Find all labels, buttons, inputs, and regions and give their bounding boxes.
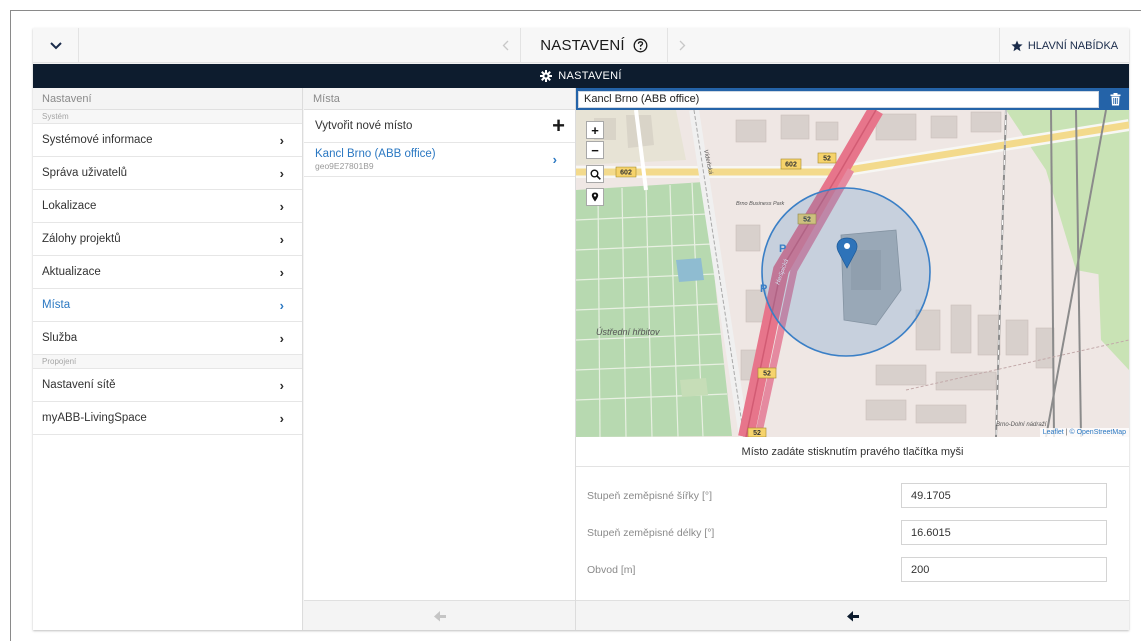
menu-item-localization[interactable]: Lokalizace › [33, 190, 302, 223]
map-label-cemetery: Ústřední hřbitov [596, 327, 660, 337]
back-arrow-icon[interactable] [846, 610, 860, 622]
zoom-out-button[interactable]: − [586, 141, 604, 159]
map-tiles: 52 52 52 52 602 602 Ústřední hřbitov Brn… [576, 110, 1129, 437]
road-shield-label: 52 [753, 430, 761, 437]
page-title: NASTAVENÍ [540, 37, 625, 54]
detail-footer [576, 600, 1129, 630]
settings-menu-panel: Nastavení Systém Systémové informace › Sp… [33, 88, 303, 630]
menu-item-label: myABB-LivingSpace [42, 412, 147, 424]
place-name: Kancl Brno (ABB office) [315, 148, 436, 160]
place-detail-panel: 52 52 52 52 602 602 Ústřední hřbitov Brn… [576, 88, 1129, 630]
star-icon [1011, 40, 1023, 51]
chevron-right-icon [679, 40, 686, 51]
road-shield-label: 52 [763, 371, 771, 378]
locate-button[interactable] [586, 188, 604, 206]
menu-item-updates[interactable]: Aktualizace › [33, 256, 302, 289]
top-bar: NASTAVENÍ HLAVNÍ NABÍDKA [33, 28, 1129, 63]
menu-item-label: Místa [42, 299, 71, 311]
osm-link[interactable]: © OpenStreetMap [1069, 429, 1126, 436]
main-menu-label: HLAVNÍ NABÍDKA [1027, 39, 1119, 52]
menu-item-system-info[interactable]: Systémové informace › [33, 124, 302, 157]
chevron-right-icon: › [279, 165, 284, 181]
map-label-business-park: Brno Business Park [736, 201, 785, 207]
search-icon [590, 169, 601, 180]
map-hint-text: Místo zadáte stisknutím pravého tlačítka… [576, 437, 1129, 467]
menu-toggle-button[interactable] [33, 28, 79, 63]
place-name-input[interactable] [578, 90, 1099, 108]
longitude-row: Stupeň zeměpisné délky [°] [576, 514, 1129, 551]
places-footer [304, 600, 575, 630]
gear-icon [540, 70, 553, 82]
create-place-button[interactable]: Vytvořit nové místo + [304, 110, 575, 143]
menu-item-label: Služba [42, 332, 78, 344]
place-name-bar [576, 88, 1129, 110]
help-icon[interactable] [633, 38, 648, 53]
menu-item-project-backups[interactable]: Zálohy projektů › [33, 223, 302, 256]
menu-item-label: Aktualizace [42, 266, 101, 278]
chevron-right-icon: › [279, 231, 284, 247]
chevron-right-icon: › [279, 377, 284, 393]
chevron-down-icon [49, 41, 62, 49]
search-map-button[interactable] [586, 165, 604, 183]
latitude-label: Stupeň zeměpisné šířky [°] [587, 489, 713, 502]
menu-item-label: Nastavení sítě [42, 379, 116, 391]
leaflet-link[interactable]: Leaflet [1043, 429, 1064, 436]
menu-item-label: Zálohy projektů [42, 233, 121, 245]
delete-place-button[interactable] [1105, 90, 1125, 108]
road-shield-label: 602 [785, 162, 797, 169]
settings-menu-heading: Nastavení [33, 88, 302, 110]
latitude-row: Stupeň zeměpisné šířky [°] [576, 477, 1129, 514]
chevron-right-icon: › [279, 297, 284, 313]
location-pin-icon [591, 192, 599, 202]
radius-label: Obvod [m] [587, 563, 636, 576]
chevron-left-icon [502, 40, 509, 51]
map-attribution: Leaflet | © OpenStreetMap [1039, 428, 1129, 437]
places-list-panel: Místa Vytvořit nové místo + Kancl Brno (… [304, 88, 576, 630]
menu-item-label: Správa uživatelů [42, 167, 128, 179]
place-id: geo9E27801B9 [315, 161, 374, 171]
road-shield-label: 52 [823, 156, 831, 163]
menu-item-network-settings[interactable]: Nastavení sítě › [33, 369, 302, 402]
chevron-right-icon: › [279, 198, 284, 214]
menu-item-myabb-livingspace[interactable]: myABB-LivingSpace › [33, 402, 302, 435]
chevron-right-icon: › [552, 152, 557, 167]
menu-item-label: Systémové informace [42, 134, 153, 146]
chevron-right-icon: › [279, 132, 284, 148]
longitude-field[interactable] [901, 520, 1107, 545]
chevron-right-icon: › [279, 330, 284, 346]
longitude-label: Stupeň zeměpisné délky [°] [587, 526, 715, 539]
zoom-in-button[interactable]: + [586, 121, 604, 139]
plus-icon: + [552, 113, 565, 138]
chevron-right-icon: › [279, 410, 284, 426]
section-label-system: Systém [33, 110, 302, 124]
trash-icon [1110, 92, 1120, 105]
menu-item-user-management[interactable]: Správa uživatelů › [33, 157, 302, 190]
next-page-button[interactable] [667, 28, 697, 63]
previous-page-button[interactable] [491, 28, 521, 63]
back-arrow-icon [433, 610, 446, 621]
menu-item-service[interactable]: Služba › [33, 322, 302, 355]
section-label-connection: Propojení [33, 355, 302, 369]
radius-row: Obvod [m] [576, 551, 1129, 588]
menu-item-label: Lokalizace [42, 200, 97, 212]
latitude-field[interactable] [901, 483, 1107, 508]
geofence-circle [761, 187, 931, 357]
app-window: NASTAVENÍ HLAVNÍ NABÍDKA NASTAVENÍ Nasta… [33, 28, 1129, 630]
main-menu-button[interactable]: HLAVNÍ NABÍDKA [999, 28, 1129, 63]
menu-item-places[interactable]: Místa › [33, 289, 302, 322]
chevron-right-icon: › [279, 264, 284, 280]
radius-field[interactable] [901, 557, 1107, 582]
road-shield-label: 602 [620, 170, 632, 177]
places-heading: Místa [304, 88, 575, 110]
page-title-area: NASTAVENÍ [521, 28, 667, 63]
section-header: NASTAVENÍ [33, 64, 1129, 88]
create-place-label: Vytvořit nové místo [315, 120, 413, 132]
section-header-title: NASTAVENÍ [558, 70, 622, 82]
list-item[interactable]: Kancl Brno (ABB office) geo9E27801B9 › [304, 143, 575, 177]
map-view[interactable]: 52 52 52 52 602 602 Ústřední hřbitov Brn… [576, 110, 1129, 437]
